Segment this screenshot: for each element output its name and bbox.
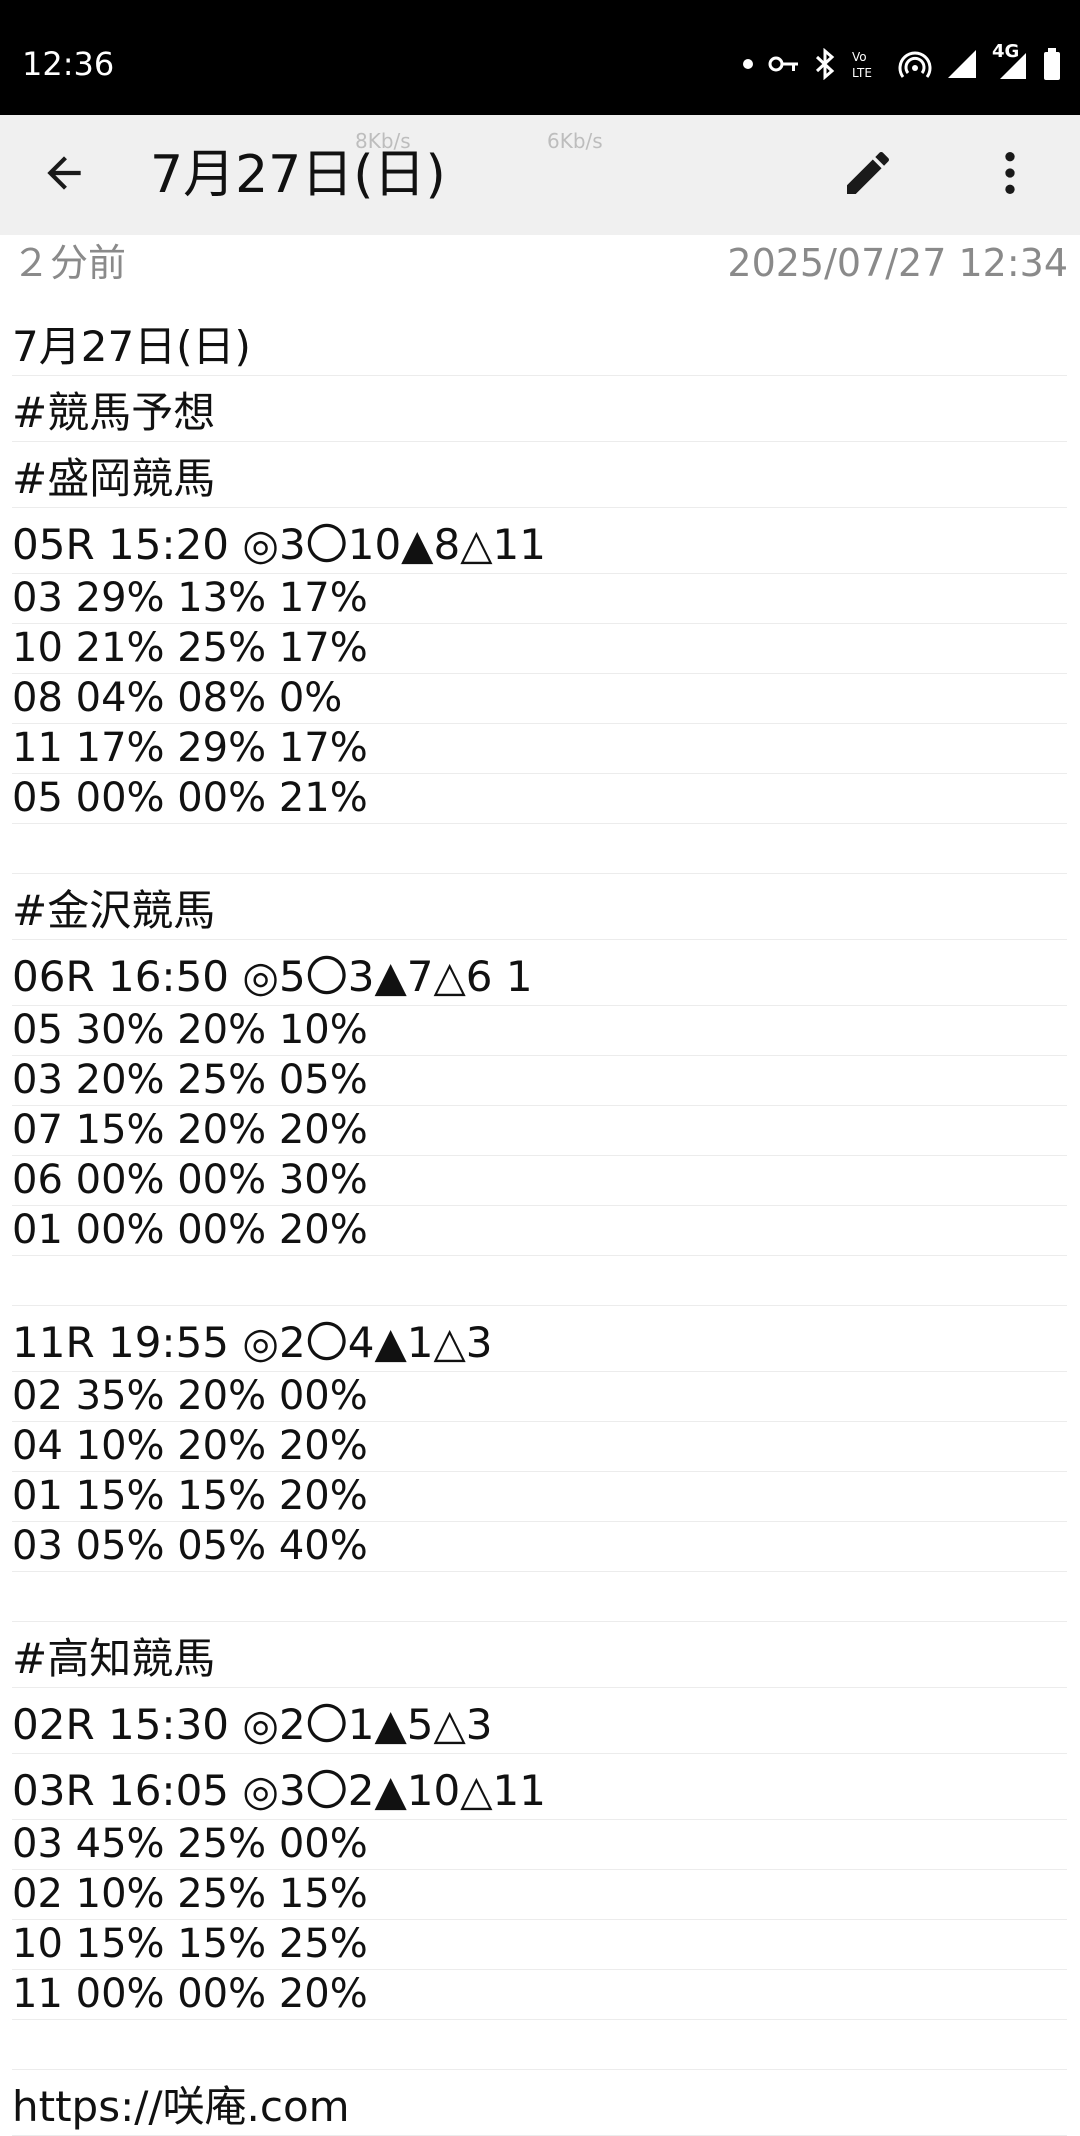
note-blank-line[interactable]	[12, 1572, 1067, 1622]
pencil-icon	[840, 145, 896, 205]
svg-text:LTE: LTE	[852, 66, 872, 80]
note-line[interactable]: 06R 16:50 ◎5〇3▲7△6 1	[12, 940, 1067, 1006]
back-arrow-icon	[39, 148, 89, 202]
status-icons: Vo LTE 4G	[742, 41, 1062, 84]
note-line[interactable]: 04 10% 20% 20%	[12, 1422, 1067, 1472]
signal-icon	[946, 48, 978, 80]
battery-icon	[1042, 47, 1062, 81]
status-bar: 12:36 Vo LTE 4G	[0, 0, 1080, 115]
note-line[interactable]: 03 45% 25% 00%	[12, 1820, 1067, 1870]
more-vert-icon	[982, 145, 1038, 205]
note-line[interactable]: 03R 16:05 ◎3〇2▲10△11	[12, 1754, 1067, 1820]
note-line[interactable]: 10 15% 15% 25%	[12, 1920, 1067, 1970]
note-line[interactable]: 03 05% 05% 40%	[12, 1522, 1067, 1572]
note-blank-line[interactable]	[12, 1256, 1067, 1306]
note-line[interactable]: #高知競馬	[12, 1622, 1067, 1688]
note-line[interactable]: 11 17% 29% 17%	[12, 724, 1067, 774]
signal-4g: 4G	[992, 41, 1028, 81]
bluetooth-icon	[814, 48, 836, 80]
note-body[interactable]: 7月27日(日) #競馬予想 #盛岡競馬 05R 15:20 ◎3〇10▲8△11 03…	[12, 310, 1067, 2136]
svg-text:Vo: Vo	[852, 50, 867, 64]
note-line[interactable]: 06 00% 00% 30%	[12, 1156, 1067, 1206]
note-line[interactable]: 05 00% 00% 21%	[12, 774, 1067, 824]
note-line[interactable]: 05 30% 20% 10%	[12, 1006, 1067, 1056]
relative-time: ２分前	[12, 241, 127, 285]
note-line[interactable]: https://咲庵.com	[12, 2070, 1067, 2136]
notification-dot-icon	[742, 58, 754, 70]
note-line[interactable]: 08 04% 08% 0%	[12, 674, 1067, 724]
note-line[interactable]: 02 10% 25% 15%	[12, 1870, 1067, 1920]
note-line[interactable]: 05R 15:20 ◎3〇10▲8△11	[12, 508, 1067, 574]
note-line[interactable]: 02R 15:30 ◎2〇1▲5△3	[12, 1688, 1067, 1754]
note-line[interactable]: 01 15% 15% 20%	[12, 1472, 1067, 1522]
note-line[interactable]: 7月27日(日)	[12, 310, 1067, 376]
note-line[interactable]: #競馬予想	[12, 376, 1067, 442]
note-blank-line[interactable]	[12, 2020, 1067, 2070]
note-line[interactable]: 07 15% 20% 20%	[12, 1106, 1067, 1156]
note-line[interactable]: 03 20% 25% 05%	[12, 1056, 1067, 1106]
edit-button[interactable]	[838, 145, 898, 205]
note-timestamp: 2025/07/27 12:34	[727, 241, 1068, 285]
note-meta: ２分前 2025/07/27 12:34	[12, 238, 1068, 288]
back-button[interactable]	[36, 147, 92, 203]
note-line[interactable]: 01 00% 00% 20%	[12, 1206, 1067, 1256]
app-bar: 7月27日(日) 8Kb/s 6Kb/s	[0, 115, 1080, 235]
note-blank-line[interactable]	[12, 824, 1067, 874]
note-line[interactable]: 10 21% 25% 17%	[12, 624, 1067, 674]
more-options-button[interactable]	[980, 145, 1040, 205]
net-speed-download: 6Kb/s	[547, 129, 603, 153]
status-time: 12:36	[22, 45, 115, 83]
note-line[interactable]: 11 00% 00% 20%	[12, 1970, 1067, 2020]
volte-icon: Vo LTE	[850, 48, 884, 80]
note-line[interactable]: 11R 19:55 ◎2〇4▲1△3	[12, 1306, 1067, 1372]
note-line[interactable]: #盛岡競馬	[12, 442, 1067, 508]
note-line[interactable]: #金沢競馬	[12, 874, 1067, 940]
hotspot-icon	[898, 48, 932, 80]
vpn-key-icon	[768, 53, 800, 75]
note-line[interactable]: 02 35% 20% 00%	[12, 1372, 1067, 1422]
net-speed-upload: 8Kb/s	[355, 129, 411, 153]
note-line[interactable]: 03 29% 13% 17%	[12, 574, 1067, 624]
